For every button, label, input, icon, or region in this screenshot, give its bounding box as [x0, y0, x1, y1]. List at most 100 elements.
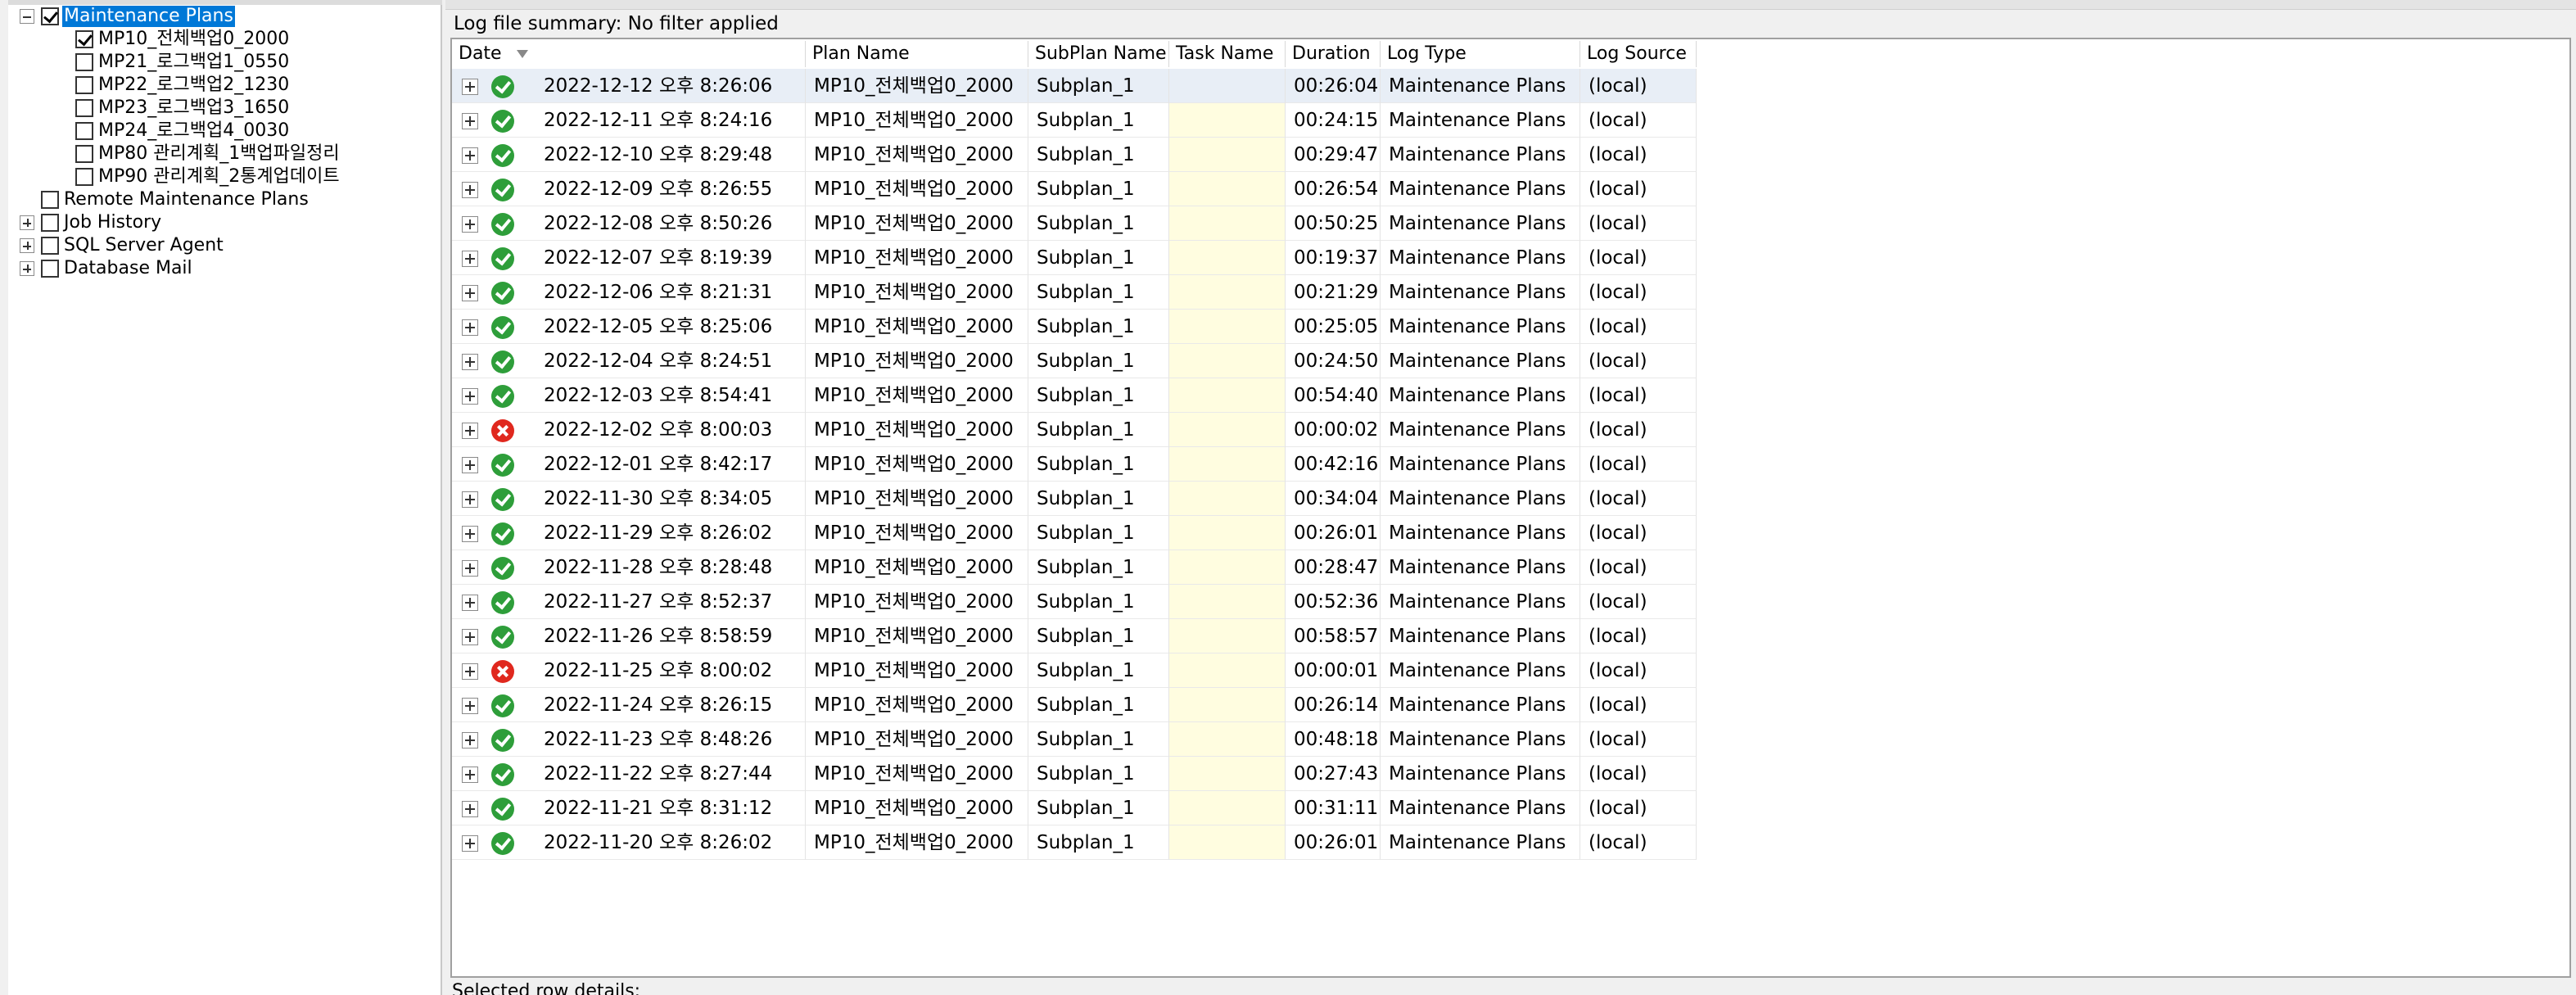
cell-log-source: (local) [1580, 447, 1697, 482]
table-row[interactable]: 2022-11-27 오후 8:52:37 MP10_전체백업0_2000 Subp… [452, 585, 1697, 619]
table-row[interactable]: 2022-12-08 오후 8:50:26 MP10_전체백업0_2000 Subp… [452, 206, 1697, 241]
table-row[interactable]: 2022-11-26 오후 8:58:59 MP10_전체백업0_2000 Subp… [452, 619, 1697, 654]
expand-row-icon[interactable] [462, 526, 478, 542]
tree-node-database-mail[interactable]: Database Mail [20, 257, 194, 280]
expand-row-icon[interactable] [462, 113, 478, 129]
table-row[interactable]: 2022-11-22 오후 8:27:44 MP10_전체백업0_2000 Subp… [452, 757, 1697, 791]
table-row[interactable]: 2022-11-23 오후 8:48:26 MP10_전체백업0_2000 Subp… [452, 722, 1697, 757]
date-value: 2022-11-25 오후 8:00:02 [544, 660, 773, 681]
expand-row-icon[interactable] [462, 182, 478, 198]
cell-date: 2022-11-21 오후 8:31:12 [452, 791, 806, 825]
log-summary-label: Log file summary: No filter applied [454, 13, 779, 34]
date-value: 2022-11-24 오후 8:26:15 [544, 694, 773, 716]
tree-node-plan[interactable]: MP90 관리계획_2통계업데이트 [75, 165, 341, 188]
expand-row-icon[interactable] [462, 491, 478, 508]
table-row[interactable]: 2022-12-11 오후 8:24:16 MP10_전체백업0_2000 Subp… [452, 103, 1697, 138]
tree-node-plan[interactable]: MP10_전체백업0_2000 [75, 28, 291, 51]
expand-row-icon[interactable] [462, 79, 478, 95]
cell-plan-name: MP10_전체백업0_2000 [806, 791, 1028, 825]
expand-icon[interactable] [20, 261, 34, 276]
collapse-icon[interactable] [20, 9, 34, 24]
expand-row-icon[interactable] [462, 698, 478, 714]
expand-row-icon[interactable] [462, 767, 478, 783]
expand-row-icon[interactable] [462, 285, 478, 301]
table-row[interactable]: 2022-11-25 오후 8:00:02 MP10_전체백업0_2000 Subp… [452, 654, 1697, 688]
col-header-log-source[interactable]: Log Source [1580, 41, 1697, 67]
success-check-icon [491, 385, 514, 408]
table-row[interactable]: 2022-12-12 오후 8:26:06 MP10_전체백업0_2000 Subp… [452, 69, 1697, 103]
table-row[interactable]: 2022-11-29 오후 8:26:02 MP10_전체백업0_2000 Subp… [452, 516, 1697, 550]
plan-checkbox[interactable] [75, 99, 93, 117]
table-row[interactable]: 2022-12-04 오후 8:24:51 MP10_전체백업0_2000 Subp… [452, 344, 1697, 378]
table-row[interactable]: 2022-12-09 오후 8:26:55 MP10_전체백업0_2000 Subp… [452, 172, 1697, 206]
tree-node-plan[interactable]: MP21_로그백업1_0550 [75, 51, 291, 74]
log-grid[interactable]: Date Plan Name SubPlan Name Task Name Du… [450, 38, 2571, 978]
tree-node-sql-server-agent[interactable]: SQL Server Agent [20, 234, 225, 257]
database-mail-checkbox[interactable] [41, 260, 59, 278]
cell-subplan-name: Subplan_1 [1028, 516, 1169, 550]
plan-checkbox[interactable] [75, 145, 93, 163]
tree-node-plan[interactable]: MP24_로그백업4_0030 [75, 120, 291, 142]
table-row[interactable]: 2022-12-10 오후 8:29:48 MP10_전체백업0_2000 Subp… [452, 138, 1697, 172]
tree-node-plan[interactable]: MP23_로그백업3_1650 [75, 97, 291, 120]
expand-row-icon[interactable] [462, 457, 478, 473]
expand-row-icon[interactable] [462, 147, 478, 164]
expand-row-icon[interactable] [462, 388, 478, 405]
col-header-plan-name[interactable]: Plan Name [806, 41, 1028, 67]
expand-row-icon[interactable] [462, 423, 478, 439]
expand-row-icon[interactable] [462, 595, 478, 611]
plan-checkbox[interactable] [75, 168, 93, 186]
cell-date: 2022-12-08 오후 8:50:26 [452, 206, 806, 241]
table-row[interactable]: 2022-11-24 오후 8:26:15 MP10_전체백업0_2000 Subp… [452, 688, 1697, 722]
expand-row-icon[interactable] [462, 319, 478, 336]
plan-checkbox[interactable] [75, 122, 93, 140]
expand-row-icon[interactable] [462, 560, 478, 577]
expand-icon[interactable] [20, 215, 34, 230]
table-row[interactable]: 2022-12-06 오후 8:21:31 MP10_전체백업0_2000 Subp… [452, 275, 1697, 310]
sql-server-agent-checkbox[interactable] [41, 237, 59, 255]
table-row[interactable]: 2022-12-02 오후 8:00:03 MP10_전체백업0_2000 Subp… [452, 413, 1697, 447]
tree-node-plan[interactable]: MP22_로그백업2_1230 [75, 74, 291, 97]
plan-checkbox[interactable] [75, 76, 93, 94]
table-row[interactable]: 2022-11-20 오후 8:26:02 MP10_전체백업0_2000 Subp… [452, 825, 1697, 860]
col-header-label: Log Type [1387, 43, 1467, 64]
table-row[interactable]: 2022-11-30 오후 8:34:05 MP10_전체백업0_2000 Subp… [452, 482, 1697, 516]
expand-row-icon[interactable] [462, 251, 478, 267]
expand-row-icon[interactable] [462, 835, 478, 852]
expand-icon[interactable] [20, 238, 34, 253]
table-row[interactable]: 2022-12-07 오후 8:19:39 MP10_전체백업0_2000 Subp… [452, 241, 1697, 275]
plan-checkbox[interactable] [75, 30, 93, 48]
expand-row-icon[interactable] [462, 663, 478, 680]
expand-row-icon[interactable] [462, 629, 478, 645]
cell-log-source: (local) [1580, 619, 1697, 654]
cell-log-source: (local) [1580, 310, 1697, 344]
col-header-task-name[interactable]: Task Name [1169, 41, 1286, 67]
maintenance-plans-checkbox[interactable] [41, 7, 59, 25]
col-header-log-type[interactable]: Log Type [1381, 41, 1580, 67]
success-check-icon [491, 626, 514, 649]
plan-checkbox[interactable] [75, 53, 93, 71]
expand-row-icon[interactable] [462, 732, 478, 749]
table-row[interactable]: 2022-12-05 오후 8:25:06 MP10_전체백업0_2000 Subp… [452, 310, 1697, 344]
tree-node-maintenance-plans[interactable]: Maintenance Plans [20, 5, 235, 28]
tree-node-remote-maintenance-plans[interactable]: Remote Maintenance Plans [41, 188, 310, 211]
cell-log-source: (local) [1580, 172, 1697, 206]
cell-log-type: Maintenance Plans [1381, 310, 1580, 344]
col-header-date[interactable]: Date [452, 41, 806, 67]
expand-row-icon[interactable] [462, 801, 478, 817]
cell-duration: 00:21:29 [1286, 275, 1381, 310]
remote-maintenance-plans-checkbox[interactable] [41, 191, 59, 209]
expand-row-icon[interactable] [462, 216, 478, 233]
job-history-checkbox[interactable] [41, 214, 59, 232]
table-row[interactable]: 2022-12-01 오후 8:42:17 MP10_전체백업0_2000 Subp… [452, 447, 1697, 482]
date-value: 2022-11-22 오후 8:27:44 [544, 763, 773, 785]
expand-row-icon[interactable] [462, 354, 478, 370]
table-row[interactable]: 2022-12-03 오후 8:54:41 MP10_전체백업0_2000 Subp… [452, 378, 1697, 413]
table-row[interactable]: 2022-11-21 오후 8:31:12 MP10_전체백업0_2000 Subp… [452, 791, 1697, 825]
col-header-label: Task Name [1176, 43, 1274, 64]
col-header-duration[interactable]: Duration [1286, 41, 1381, 67]
tree-node-job-history[interactable]: Job History [20, 211, 163, 234]
table-row[interactable]: 2022-11-28 오후 8:28:48 MP10_전체백업0_2000 Subp… [452, 550, 1697, 585]
col-header-subplan-name[interactable]: SubPlan Name [1028, 41, 1169, 67]
tree-node-plan[interactable]: MP80 관리계획_1백업파일정리 [75, 142, 341, 165]
